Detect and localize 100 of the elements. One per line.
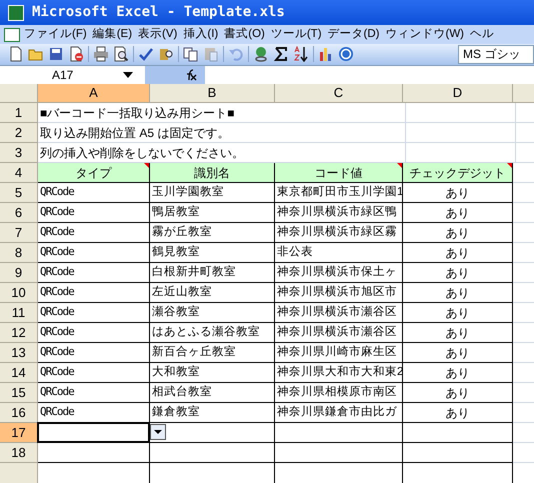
table-cell: 神奈川県横浜市旭区市 <box>275 283 403 304</box>
comment-marker-icon <box>507 163 512 168</box>
table-cell: あり <box>403 223 513 244</box>
table-cell: 神奈川県川崎市麻生区 <box>275 343 403 364</box>
table-cell: 神奈川県相模原市南区 <box>275 383 403 404</box>
row-header[interactable]: 4 <box>0 163 38 184</box>
row-header[interactable]: 10 <box>0 283 38 304</box>
sheet-icon[interactable] <box>4 28 20 42</box>
row-header[interactable]: 6 <box>0 203 38 224</box>
table-cell: あり <box>403 263 513 284</box>
table-cell: QRCode <box>38 383 150 404</box>
table-cell: あり <box>403 183 513 204</box>
row-header[interactable]: 5 <box>0 183 38 204</box>
row-header[interactable]: 12 <box>0 323 38 344</box>
row-header[interactable]: 2 <box>0 123 38 144</box>
table-cell: QRCode <box>38 223 150 244</box>
table-cell: あり <box>403 243 513 264</box>
menu-item[interactable]: ツール(T) <box>268 26 324 44</box>
row-header[interactable]: 17 <box>0 423 38 444</box>
table-cell: 神奈川県横浜市緑区鴨 <box>275 203 403 224</box>
table-cell: 鶴見教室 <box>150 243 275 264</box>
table-cell: あり <box>403 383 513 404</box>
table-cell: 霧が丘教室 <box>150 223 275 244</box>
table-cell: あり <box>403 323 513 344</box>
menu-item[interactable]: 表示(V) <box>136 26 180 44</box>
table-header-cell: コード値 <box>275 163 403 184</box>
bar-chart-icon[interactable] <box>318 46 334 62</box>
table-header-cell: タイプ <box>38 163 150 184</box>
table-cell: はあとふる瀬谷教室 <box>150 323 275 344</box>
table-cell: QRCode <box>38 363 150 384</box>
row-header[interactable]: 18 <box>0 443 38 464</box>
copy-icon[interactable] <box>183 46 199 62</box>
note-text: 取り込み開始位置 A5 は固定です。 <box>40 124 230 142</box>
table-header-cell: 識別名 <box>150 163 275 184</box>
row-header[interactable]: 8 <box>0 243 38 264</box>
book-magnifier-icon[interactable] <box>158 46 174 62</box>
table-cell: あり <box>403 283 513 304</box>
table-cell: QRCode <box>38 183 150 204</box>
menu-item[interactable]: ウィンドウ(W) <box>384 26 466 44</box>
table-cell: 神奈川県横浜市保土ヶ <box>275 263 403 284</box>
caret-icon <box>154 430 162 434</box>
menu-item[interactable]: 書式(O) <box>222 26 267 44</box>
fx-button[interactable] <box>145 66 205 84</box>
table-cell: 相武台教室 <box>150 383 275 404</box>
globe-chain-icon[interactable] <box>253 46 269 62</box>
table-cell: 大和教室 <box>150 363 275 384</box>
dropdown-arrow-icon[interactable] <box>123 72 133 78</box>
column-header[interactable]: D <box>403 84 513 104</box>
printer-icon[interactable] <box>93 46 109 62</box>
table-cell: 鎌倉教室 <box>150 403 275 424</box>
menu-item[interactable]: ファイル(F) <box>22 26 89 44</box>
column-header[interactable]: C <box>275 84 403 104</box>
sigma-icon[interactable] <box>273 46 289 62</box>
menu-item[interactable]: 挿入(I) <box>181 26 220 44</box>
table-cell: 瀬谷教室 <box>150 303 275 324</box>
menu-item[interactable]: データ(D) <box>326 26 382 44</box>
row-header[interactable]: 7 <box>0 223 38 244</box>
menu-item[interactable]: ヘル <box>468 26 496 44</box>
row-header[interactable]: 14 <box>0 363 38 384</box>
table-cell: あり <box>403 343 513 364</box>
font-field[interactable]: MS ゴシッ <box>458 44 534 64</box>
table-cell: 神奈川県横浜市瀬谷区 <box>275 323 403 344</box>
table-cell: QRCode <box>38 403 150 424</box>
row-header[interactable]: 3 <box>0 143 38 164</box>
table-cell: 白根新井町教室 <box>150 263 275 284</box>
row-header[interactable]: 11 <box>0 303 38 324</box>
window-title: Microsoft Excel - Template.xls <box>32 3 285 22</box>
table-cell: あり <box>403 203 513 224</box>
table-cell: 左近山教室 <box>150 283 275 304</box>
table-cell: QRCode <box>38 243 150 264</box>
table-cell: 玉川学園教室 <box>150 183 275 204</box>
row-header[interactable]: 9 <box>0 263 38 284</box>
dropdown-button[interactable] <box>150 424 166 440</box>
table-cell: QRCode <box>38 203 150 224</box>
new-document-icon[interactable] <box>8 46 24 62</box>
sort-ascending-icon[interactable] <box>293 46 309 62</box>
row-header[interactable]: 1 <box>0 103 38 124</box>
table-cell: 新百合ヶ丘教室 <box>150 343 275 364</box>
table-cell: あり <box>403 363 513 384</box>
magnifier-page-icon[interactable] <box>113 46 129 62</box>
column-header[interactable]: A <box>38 84 150 104</box>
table-cell: あり <box>403 303 513 324</box>
table-cell: 神奈川県横浜市緑区霧 <box>275 223 403 244</box>
note-text: ■バーコード一括取り込み用シート■ <box>40 104 234 122</box>
table-cell: QRCode <box>38 323 150 344</box>
row-header[interactable]: 16 <box>0 403 38 424</box>
table-cell: 神奈川県鎌倉市由比ガ <box>275 403 403 424</box>
table-cell: QRCode <box>38 303 150 324</box>
column-header[interactable]: B <box>150 84 275 104</box>
table-header-cell: チェックデジット <box>403 163 513 184</box>
table-cell: 非公表 <box>275 243 403 264</box>
help-icon[interactable] <box>338 46 354 62</box>
document-forbidden-icon[interactable] <box>68 46 84 62</box>
table-cell: 鴨居教室 <box>150 203 275 224</box>
table-cell: QRCode <box>38 263 150 284</box>
table-cell: 神奈川県横浜市瀬谷区 <box>275 303 403 324</box>
spell-check-icon[interactable] <box>138 46 154 62</box>
menu-item[interactable]: 編集(E) <box>90 26 134 44</box>
row-header[interactable]: 15 <box>0 383 38 404</box>
row-header[interactable]: 13 <box>0 343 38 364</box>
